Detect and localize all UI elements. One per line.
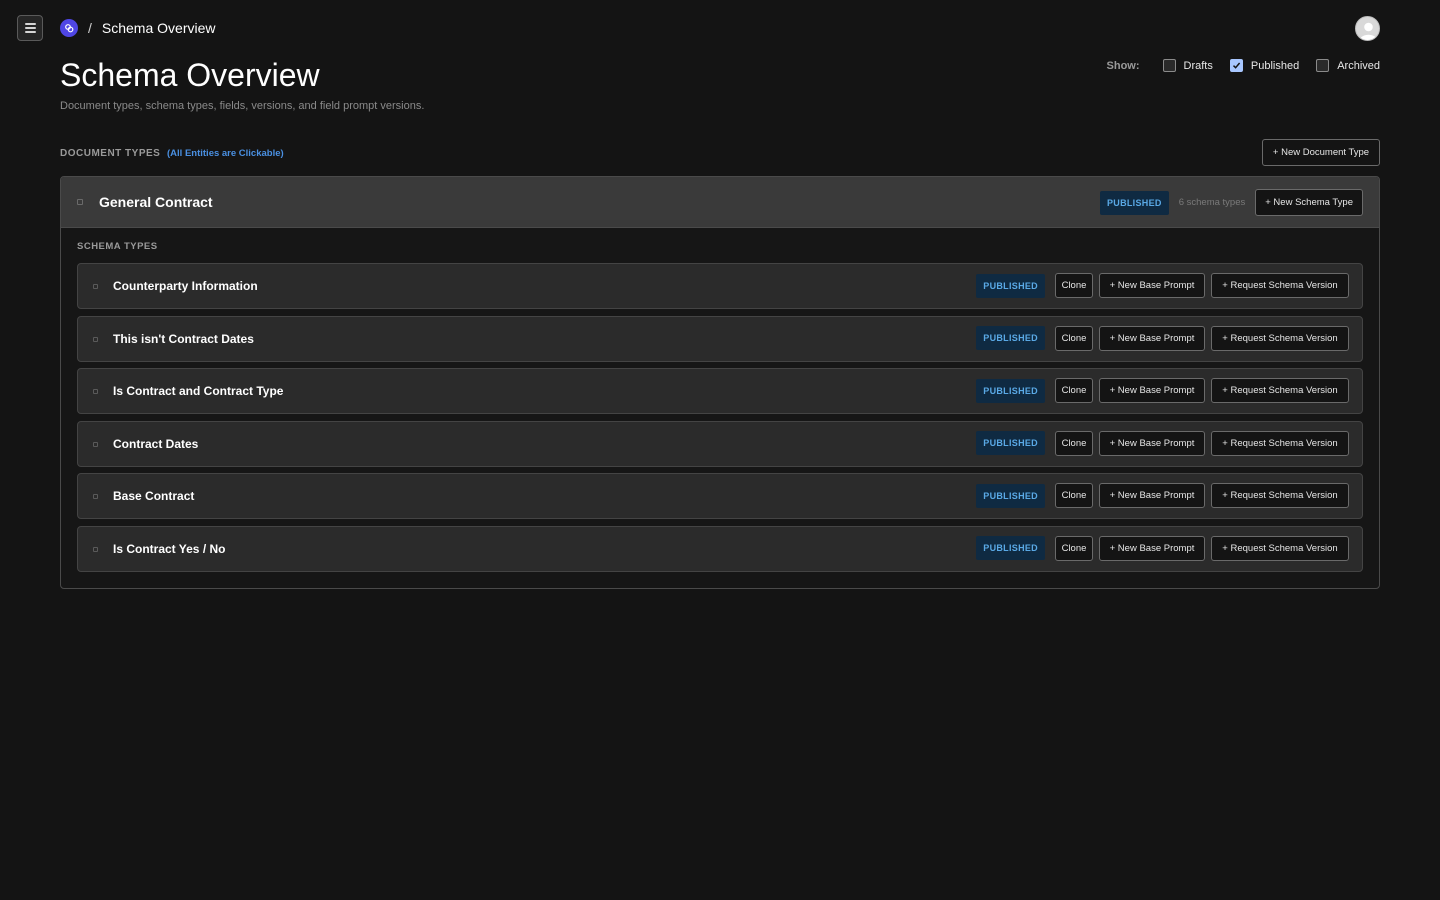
archived-checkbox[interactable] xyxy=(1316,59,1330,72)
expand-icon[interactable] xyxy=(93,441,98,447)
breadcrumb-current[interactable]: Schema Overview xyxy=(102,20,216,36)
schema-type-actions: PUBLISHED Clone + New Base Prompt + Requ… xyxy=(976,535,1349,561)
schema-type-actions: PUBLISHED Clone + New Base Prompt + Requ… xyxy=(976,325,1349,351)
top-bar: / Schema Overview xyxy=(0,0,1440,56)
filter-archived-label: Archived xyxy=(1337,59,1380,72)
clone-button[interactable]: Clone xyxy=(1055,325,1093,351)
schema-type-actions: PUBLISHED Clone + New Base Prompt + Requ… xyxy=(976,378,1349,404)
filter-published-label: Published xyxy=(1250,59,1300,72)
status-badge: PUBLISHED xyxy=(976,431,1045,456)
user-avatar-icon[interactable] xyxy=(1355,16,1380,41)
new-base-prompt-button[interactable]: + New Base Prompt xyxy=(1099,378,1205,404)
status-badge: PUBLISHED xyxy=(976,378,1045,403)
schema-type-name[interactable]: Is Contract and Contract Type xyxy=(113,384,283,398)
schema-type-name[interactable]: This isn't Contract Dates xyxy=(113,332,254,346)
checkmark-icon xyxy=(1232,62,1241,69)
show-label: Show: xyxy=(1106,59,1140,72)
document-type-name[interactable]: General Contract xyxy=(99,194,213,210)
expand-icon[interactable] xyxy=(93,389,98,395)
schema-types-label: SCHEMA TYPES xyxy=(77,241,158,252)
schema-type-row[interactable]: Counterparty Information PUBLISHED Clone… xyxy=(77,263,1363,309)
document-type-card: General Contract PUBLISHED 6 schema type… xyxy=(60,176,1380,589)
new-schema-type-button[interactable]: + New Schema Type xyxy=(1255,189,1363,216)
app-logo-icon[interactable] xyxy=(60,19,78,37)
menu-icon-line xyxy=(24,27,36,29)
breadcrumb-separator: / xyxy=(88,20,92,36)
status-badge: PUBLISHED xyxy=(1099,190,1169,215)
schema-type-row[interactable]: Is Contract and Contract Type PUBLISHED … xyxy=(77,368,1363,415)
new-base-prompt-button[interactable]: + New Base Prompt xyxy=(1099,430,1205,456)
document-type-actions: PUBLISHED 6 schema types + New Schema Ty… xyxy=(1099,189,1363,216)
clone-button[interactable]: Clone xyxy=(1055,483,1093,509)
menu-button[interactable] xyxy=(17,15,43,41)
schema-type-row[interactable]: Contract Dates PUBLISHED Clone + New Bas… xyxy=(77,420,1363,467)
expand-icon[interactable] xyxy=(93,494,98,500)
filter-drafts-label: Drafts xyxy=(1183,59,1213,72)
page-title: Schema Overview xyxy=(60,57,320,93)
request-schema-version-button[interactable]: + Request Schema Version xyxy=(1211,378,1349,404)
request-schema-version-button[interactable]: + Request Schema Version xyxy=(1211,430,1349,456)
expand-icon[interactable] xyxy=(77,199,83,205)
request-schema-version-button[interactable]: + Request Schema Version xyxy=(1211,325,1349,351)
schema-type-list: Counterparty Information PUBLISHED Clone… xyxy=(77,263,1363,579)
request-schema-version-button[interactable]: + Request Schema Version xyxy=(1211,483,1349,509)
expand-icon[interactable] xyxy=(93,284,98,289)
document-type-header[interactable]: General Contract PUBLISHED 6 schema type… xyxy=(61,177,1379,228)
new-document-type-button[interactable]: + New Document Type xyxy=(1262,139,1380,166)
schema-type-name[interactable]: Is Contract Yes / No xyxy=(113,542,225,556)
status-badge: PUBLISHED xyxy=(976,273,1045,298)
clone-button[interactable]: Clone xyxy=(1055,378,1093,404)
new-base-prompt-button[interactable]: + New Base Prompt xyxy=(1099,483,1205,509)
schema-count: 6 schema types xyxy=(1178,197,1246,208)
document-types-header: DOCUMENT TYPES (All Entities are Clickab… xyxy=(60,139,1380,166)
expand-icon[interactable] xyxy=(93,336,98,342)
status-badge: PUBLISHED xyxy=(976,536,1045,561)
page-subtitle: Document types, schema types, fields, ve… xyxy=(60,100,425,112)
new-base-prompt-button[interactable]: + New Base Prompt xyxy=(1099,273,1205,298)
schema-type-actions: PUBLISHED Clone + New Base Prompt + Requ… xyxy=(976,430,1349,456)
request-schema-version-button[interactable]: + Request Schema Version xyxy=(1211,535,1349,561)
schema-type-name[interactable]: Contract Dates xyxy=(113,437,198,451)
expand-icon[interactable] xyxy=(93,546,98,552)
schema-type-row[interactable]: Base Contract PUBLISHED Clone + New Base… xyxy=(77,473,1363,520)
schema-type-row[interactable]: This isn't Contract Dates PUBLISHED Clon… xyxy=(77,315,1363,362)
status-badge: PUBLISHED xyxy=(976,483,1045,508)
filter-drafts[interactable]: Drafts xyxy=(1162,59,1213,72)
section-hint: (All Entities are Clickable) xyxy=(167,148,284,159)
filter-published[interactable]: Published xyxy=(1229,59,1300,72)
clone-button[interactable]: Clone xyxy=(1055,273,1093,298)
status-filters: Show: Drafts Published Archived xyxy=(1107,59,1380,72)
menu-icon xyxy=(24,23,36,25)
schema-type-name[interactable]: Counterparty Information xyxy=(113,279,258,293)
section-title: DOCUMENT TYPES xyxy=(60,148,161,159)
request-schema-version-button[interactable]: + Request Schema Version xyxy=(1211,273,1349,298)
clone-button[interactable]: Clone xyxy=(1055,430,1093,456)
schema-type-actions: PUBLISHED Clone + New Base Prompt + Requ… xyxy=(976,273,1349,298)
schema-type-name[interactable]: Base Contract xyxy=(113,489,194,503)
clone-button[interactable]: Clone xyxy=(1055,535,1093,561)
breadcrumb: / Schema Overview xyxy=(88,20,215,36)
drafts-checkbox[interactable] xyxy=(1162,59,1176,72)
schema-type-actions: PUBLISHED Clone + New Base Prompt + Requ… xyxy=(976,483,1349,509)
new-base-prompt-button[interactable]: + New Base Prompt xyxy=(1099,325,1205,351)
published-checkbox[interactable] xyxy=(1229,59,1243,72)
status-badge: PUBLISHED xyxy=(976,326,1045,351)
schema-type-row[interactable]: Is Contract Yes / No PUBLISHED Clone + N… xyxy=(77,525,1363,572)
filter-archived[interactable]: Archived xyxy=(1316,59,1380,72)
new-base-prompt-button[interactable]: + New Base Prompt xyxy=(1099,535,1205,561)
menu-icon-line xyxy=(24,31,36,33)
